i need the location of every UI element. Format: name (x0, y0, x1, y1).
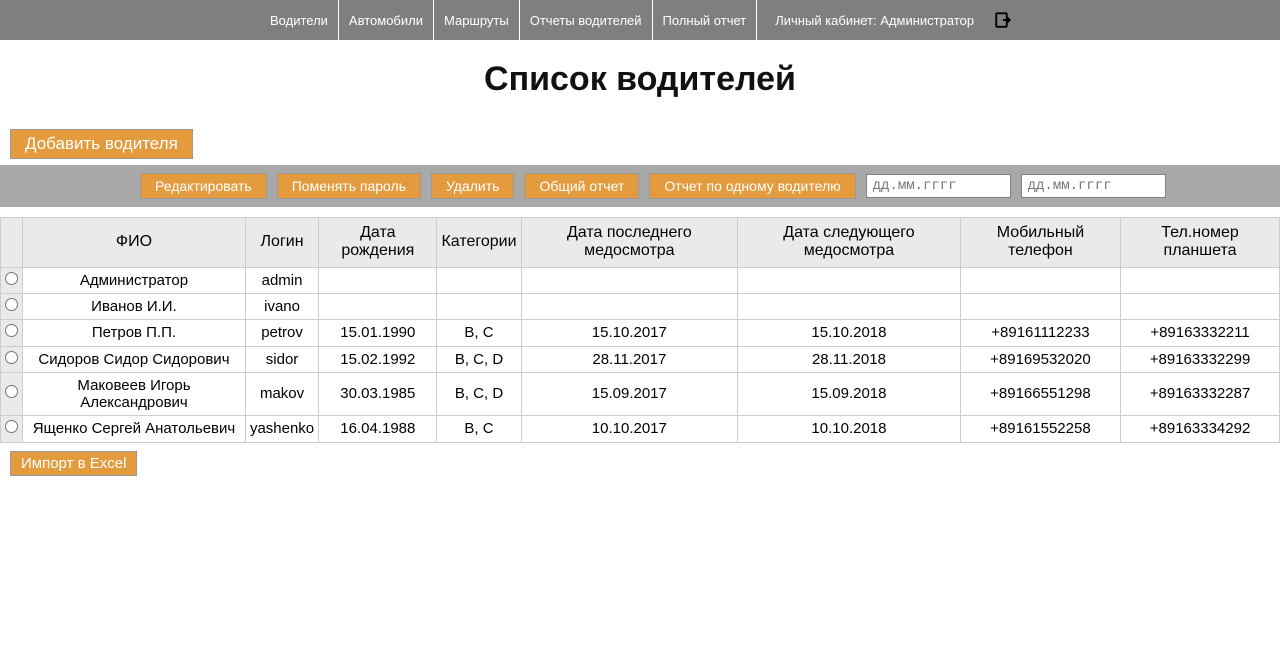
drivers-table: ФИО Логин Дата рождения Категории Дата п… (0, 217, 1280, 443)
delete-button[interactable]: Удалить (431, 173, 514, 199)
cell-last_med (521, 267, 738, 293)
row-select-radio[interactable] (5, 324, 18, 337)
col-tablet: Тел.номер планшета (1121, 218, 1280, 268)
cell-next_med: 10.10.2018 (738, 416, 961, 442)
cell-login: ivano (245, 294, 318, 320)
import-excel-button[interactable]: Импорт в Excel (10, 451, 137, 476)
col-next-med: Дата следующего медосмотра (738, 218, 961, 268)
table-row: Сидоров Сидор Сидоровичsidor15.02.1992B,… (1, 346, 1280, 372)
general-report-button[interactable]: Общий отчет (524, 173, 639, 199)
col-dob: Дата рождения (319, 218, 437, 268)
cell-login: petrov (245, 320, 318, 346)
row-select-cell (1, 346, 23, 372)
col-fio: ФИО (23, 218, 246, 268)
cell-categories: B, C, D (437, 346, 521, 372)
cell-mobile: +89166551298 (960, 372, 1120, 416)
row-select-cell (1, 294, 23, 320)
edit-button[interactable]: Редактировать (140, 173, 267, 199)
nav-full-report[interactable]: Полный отчет (653, 0, 758, 40)
nav-cars[interactable]: Автомобили (339, 0, 434, 40)
account-label: Личный кабинет: Администратор (765, 0, 984, 40)
nav-drivers[interactable]: Водители (260, 0, 339, 40)
cell-dob (319, 267, 437, 293)
table-row: Администраторadmin (1, 267, 1280, 293)
nav-routes[interactable]: Маршруты (434, 0, 520, 40)
cell-mobile (960, 267, 1120, 293)
cell-fio: Ященко Сергей Анатольевич (23, 416, 246, 442)
row-select-cell (1, 320, 23, 346)
row-select-radio[interactable] (5, 420, 18, 433)
cell-next_med (738, 267, 961, 293)
cell-dob: 15.01.1990 (319, 320, 437, 346)
cell-next_med: 28.11.2018 (738, 346, 961, 372)
table-row: Петров П.П.petrov15.01.1990B, C15.10.201… (1, 320, 1280, 346)
cell-categories: B, C (437, 320, 521, 346)
cell-tablet: +89163332287 (1121, 372, 1280, 416)
cell-tablet: +89163332211 (1121, 320, 1280, 346)
col-last-med: Дата последнего медосмотра (521, 218, 738, 268)
cell-tablet (1121, 294, 1280, 320)
cell-mobile: +89161112233 (960, 320, 1120, 346)
cell-last_med: 28.11.2017 (521, 346, 738, 372)
page-title: Список водителей (0, 60, 1280, 99)
cell-tablet (1121, 267, 1280, 293)
cell-categories (437, 267, 521, 293)
date-to-input[interactable] (1021, 174, 1166, 198)
row-select-radio[interactable] (5, 351, 18, 364)
cell-login: makov (245, 372, 318, 416)
single-driver-report-button[interactable]: Отчет по одному водителю (649, 173, 855, 199)
cell-fio: Сидоров Сидор Сидорович (23, 346, 246, 372)
cell-categories (437, 294, 521, 320)
top-nav: Водители Автомобили Маршруты Отчеты води… (0, 0, 1280, 40)
cell-last_med: 15.10.2017 (521, 320, 738, 346)
cell-tablet: +89163332299 (1121, 346, 1280, 372)
cell-fio: Администратор (23, 267, 246, 293)
cell-fio: Маковеев Игорь Александрович (23, 372, 246, 416)
row-select-cell (1, 372, 23, 416)
cell-tablet: +89163334292 (1121, 416, 1280, 442)
nav-driver-reports[interactable]: Отчеты водителей (520, 0, 653, 40)
cell-next_med: 15.09.2018 (738, 372, 961, 416)
cell-fio: Петров П.П. (23, 320, 246, 346)
cell-dob: 30.03.1985 (319, 372, 437, 416)
cell-login: sidor (245, 346, 318, 372)
table-row: Маковеев Игорь Александровичmakov30.03.1… (1, 372, 1280, 416)
cell-categories: B, C (437, 416, 521, 442)
cell-last_med: 15.09.2017 (521, 372, 738, 416)
row-select-radio[interactable] (5, 385, 18, 398)
col-mobile: Мобильный телефон (960, 218, 1120, 268)
add-driver-button[interactable]: Добавить водителя (10, 129, 193, 159)
cell-next_med (738, 294, 961, 320)
cell-login: yashenko (245, 416, 318, 442)
cell-mobile: +89169532020 (960, 346, 1120, 372)
row-select-radio[interactable] (5, 298, 18, 311)
cell-login: admin (245, 267, 318, 293)
table-row: Ященко Сергей Анатольевичyashenko16.04.1… (1, 416, 1280, 442)
col-categories: Категории (437, 218, 521, 268)
cell-dob: 16.04.1988 (319, 416, 437, 442)
cell-dob: 15.02.1992 (319, 346, 437, 372)
cell-last_med: 10.10.2017 (521, 416, 738, 442)
cell-next_med: 15.10.2018 (738, 320, 961, 346)
logout-icon[interactable] (994, 0, 1012, 40)
row-select-cell (1, 416, 23, 442)
date-from-input[interactable] (866, 174, 1011, 198)
cell-mobile (960, 294, 1120, 320)
cell-categories: B, C, D (437, 372, 521, 416)
table-row: Иванов И.И.ivano (1, 294, 1280, 320)
col-login: Логин (245, 218, 318, 268)
row-select-radio[interactable] (5, 272, 18, 285)
row-select-cell (1, 267, 23, 293)
toolbar: Редактировать Поменять пароль Удалить Об… (0, 165, 1280, 207)
cell-last_med (521, 294, 738, 320)
cell-mobile: +89161552258 (960, 416, 1120, 442)
col-select (1, 218, 23, 268)
cell-fio: Иванов И.И. (23, 294, 246, 320)
change-password-button[interactable]: Поменять пароль (277, 173, 421, 199)
cell-dob (319, 294, 437, 320)
